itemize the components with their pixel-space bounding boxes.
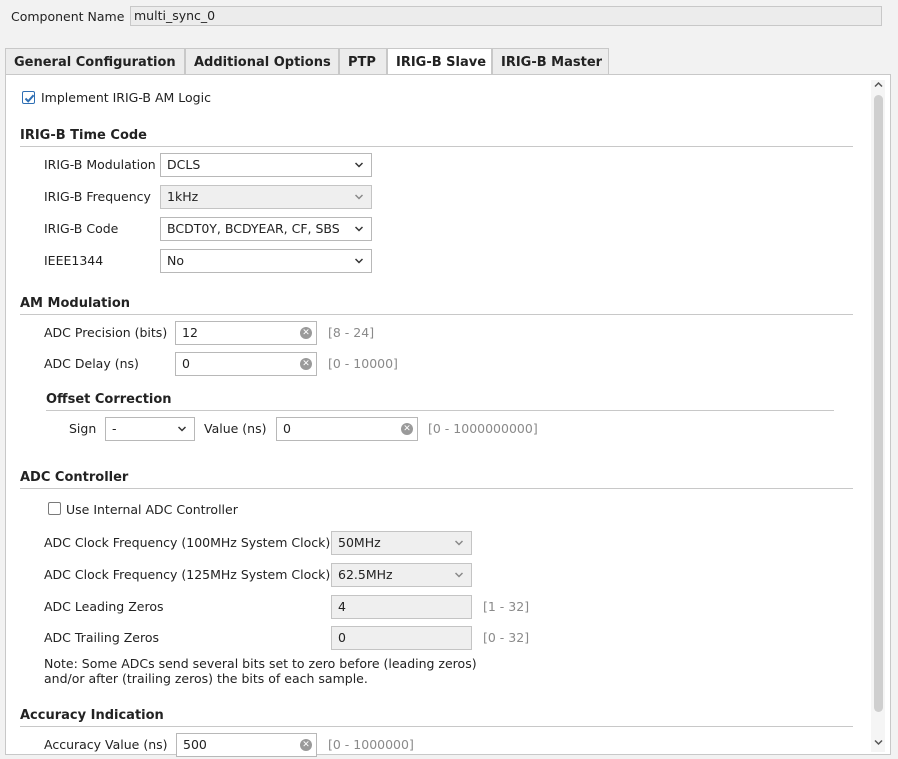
- tab-ptp[interactable]: PTP: [339, 48, 387, 75]
- adc-clk125-label: ADC Clock Frequency (125MHz System Clock…: [44, 567, 331, 582]
- modulation-label: IRIG-B Modulation: [44, 157, 156, 172]
- ieee1344-select[interactable]: No: [160, 249, 372, 273]
- adc-controller-heading: ADC Controller: [20, 470, 129, 485]
- chevron-down-icon: [455, 540, 463, 546]
- adc-trailing-zeros-input[interactable]: 0: [331, 626, 472, 650]
- adc-precision-input[interactable]: 12 ✕: [175, 321, 317, 345]
- adc-leading-zeros-value: 4: [338, 599, 346, 614]
- use-internal-adc-checkbox[interactable]: [48, 502, 61, 515]
- modulation-select[interactable]: DCLS: [160, 153, 372, 177]
- sign-select[interactable]: -: [105, 417, 195, 441]
- adc-note-line1: Note: Some ADCs send several bits set to…: [44, 656, 477, 671]
- adc-trailing-zeros-label: ADC Trailing Zeros: [44, 630, 160, 645]
- adc-leading-zeros-range: [1 - 32]: [483, 599, 530, 614]
- chevron-down-icon: [355, 258, 363, 264]
- clear-icon[interactable]: ✕: [401, 423, 413, 435]
- offset-value-range: [0 - 1000000000]: [428, 421, 538, 436]
- implement-am-checkbox[interactable]: [22, 91, 35, 104]
- adc-leading-zeros-input[interactable]: 4: [331, 595, 472, 619]
- offset-value-label: Value (ns): [204, 421, 267, 436]
- frequency-label: IRIG-B Frequency: [44, 189, 151, 204]
- adc-leading-zeros-label: ADC Leading Zeros: [44, 599, 164, 614]
- adc-clk100-select[interactable]: 50MHz: [331, 531, 472, 555]
- chevron-down-icon: [355, 226, 363, 232]
- code-label: IRIG-B Code: [44, 221, 119, 236]
- accuracy-value: 500: [183, 737, 207, 752]
- sign-value: -: [112, 421, 117, 436]
- offset-value: 0: [283, 421, 291, 436]
- tab-irig-b-master[interactable]: IRIG-B Master: [492, 48, 609, 75]
- clear-icon[interactable]: ✕: [300, 739, 312, 751]
- ieee1344-label: IEEE1344: [44, 253, 104, 268]
- accuracy-heading: Accuracy Indication: [20, 708, 164, 723]
- component-name-input[interactable]: multi_sync_0: [130, 6, 882, 26]
- adc-precision-value: 12: [182, 325, 198, 340]
- clear-icon[interactable]: ✕: [300, 358, 312, 370]
- scrollbar-thumb[interactable]: [874, 95, 883, 712]
- component-name-label: Component Name: [11, 9, 125, 24]
- am-heading: AM Modulation: [20, 296, 131, 311]
- scroll-up-icon[interactable]: [874, 80, 883, 89]
- chevron-down-icon: [455, 572, 463, 578]
- frequency-value: 1kHz: [167, 189, 199, 204]
- sign-label: Sign: [69, 421, 97, 436]
- code-value: BCDT0Y, BCDYEAR, CF, SBS: [167, 221, 340, 236]
- scroll-down-icon[interactable]: [874, 738, 883, 747]
- tab-irig-b-slave[interactable]: IRIG-B Slave: [387, 48, 492, 76]
- adc-delay-range: [0 - 10000]: [328, 356, 398, 371]
- code-select[interactable]: BCDT0Y, BCDYEAR, CF, SBS: [160, 217, 372, 241]
- adc-trailing-zeros-value: 0: [338, 630, 346, 645]
- chevron-down-icon: [355, 194, 363, 200]
- accuracy-divider: [20, 726, 853, 727]
- adc-clk125-value: 62.5MHz: [338, 567, 393, 582]
- timecode-divider: [20, 146, 853, 147]
- frequency-select[interactable]: 1kHz: [160, 185, 372, 209]
- tab-bar: General Configuration Additional Options…: [5, 48, 891, 76]
- check-icon: [24, 94, 35, 103]
- accuracy-value-label: Accuracy Value (ns): [44, 737, 168, 752]
- adc-controller-divider: [20, 488, 853, 489]
- offset-value-input[interactable]: 0 ✕: [276, 417, 418, 441]
- adc-trailing-zeros-range: [0 - 32]: [483, 630, 530, 645]
- adc-clk100-value: 50MHz: [338, 535, 381, 550]
- adc-precision-range: [8 - 24]: [328, 325, 375, 340]
- chevron-down-icon: [178, 426, 186, 432]
- tab-general-configuration[interactable]: General Configuration: [5, 48, 185, 75]
- implement-am-label: Implement IRIG-B AM Logic: [41, 90, 211, 105]
- irig-b-slave-panel: [5, 74, 891, 755]
- adc-precision-label: ADC Precision (bits): [44, 325, 168, 340]
- am-divider: [20, 314, 853, 315]
- ieee1344-value: No: [167, 253, 184, 268]
- clear-icon[interactable]: ✕: [300, 327, 312, 339]
- timecode-heading: IRIG-B Time Code: [20, 128, 147, 143]
- chevron-down-icon: [355, 162, 363, 168]
- adc-note-line2: and/or after (trailing zeros) the bits o…: [44, 671, 368, 686]
- adc-delay-input[interactable]: 0 ✕: [175, 352, 317, 376]
- adc-clk125-select[interactable]: 62.5MHz: [331, 563, 472, 587]
- adc-delay-value: 0: [182, 356, 190, 371]
- offset-divider: [46, 410, 834, 411]
- modulation-value: DCLS: [167, 157, 201, 172]
- use-internal-adc-label: Use Internal ADC Controller: [66, 502, 238, 517]
- adc-delay-label: ADC Delay (ns): [44, 356, 139, 371]
- accuracy-value-input[interactable]: 500 ✕: [176, 733, 317, 757]
- adc-clk100-label: ADC Clock Frequency (100MHz System Clock…: [44, 535, 331, 550]
- accuracy-value-range: [0 - 1000000]: [328, 737, 414, 752]
- offset-correction-heading: Offset Correction: [46, 392, 172, 407]
- tab-additional-options[interactable]: Additional Options: [185, 48, 339, 75]
